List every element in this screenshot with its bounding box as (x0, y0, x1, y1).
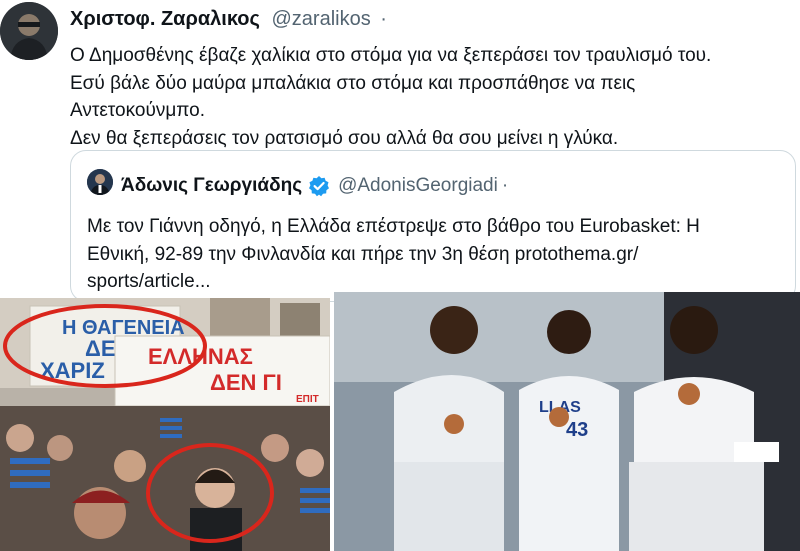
quoted-header-separator: · (501, 175, 509, 196)
quoted-author-name[interactable]: Άδωνις Γεωργιάδης (121, 175, 302, 197)
quoted-author-avatar[interactable] (87, 169, 113, 195)
tweet-line: Εσύ βάλε δύο μαύρα μπαλάκια στο στόμα κα… (70, 72, 636, 94)
header-separator: · (380, 8, 387, 30)
banner-text-6: ΕΠΙΤ (296, 394, 319, 405)
protest-photo[interactable]: Η ΘΑΓΕΝΕΙΑ ΔΕΝ ΧΑΡΙΖ ΕΛΛΗΝΑΣ ΔΕΝ ΓΙ ΕΠΙΤ (0, 298, 330, 551)
medal-2 (549, 407, 569, 427)
quoted-tweet-text: Με τον Γιάννη οδηγό, η Ελλάδα επέστρεψε … (87, 213, 787, 296)
verified-badge-icon (308, 175, 330, 197)
quoted-author-handle[interactable]: @AdonisGeorgiadi (338, 175, 498, 197)
medal-1 (444, 414, 464, 434)
quoted-tweet-header: Άδωνις Γεωργιάδης @AdonisGeorgiadi · (121, 175, 508, 197)
quoted-tweet-card[interactable]: Άδωνις Γεωργιάδης @AdonisGeorgiadi · Με … (70, 150, 796, 302)
author-name[interactable]: Χριστοφ. Ζαραλικος (70, 8, 260, 30)
tweet-header: Χριστοφ. Ζαραλικος @zaralikos · (70, 8, 387, 31)
tweet-line: Ο Δημοσθένης έβαζε χαλίκια στο στόμα για… (70, 45, 712, 66)
quoted-tweet-line: Με τον Γιάννη οδηγό, η Ελλάδα επέστρεψε … (87, 216, 700, 237)
author-avatar[interactable] (0, 2, 58, 60)
tweet-line: Αντετοκούνμπο. (70, 100, 205, 121)
players-medal-photo[interactable]: LLAS 43 (334, 292, 800, 551)
tweet-line: Δεν θα ξεπεράσεις τον ρατσισμό σου αλλά … (70, 127, 619, 149)
jersey-number: 43 (566, 419, 588, 441)
quoted-tweet-line[interactable]: Εθνική, 92-89 την Φινλανδία και πήρε την… (87, 241, 787, 269)
banner-text-5: ΔΕΝ ΓΙ (210, 370, 282, 395)
medal-3 (678, 383, 700, 405)
author-handle[interactable]: @zaralikos (271, 8, 370, 30)
tweet-text: Ο Δημοσθένης έβαζε χαλίκια στο στόμα για… (70, 42, 798, 152)
